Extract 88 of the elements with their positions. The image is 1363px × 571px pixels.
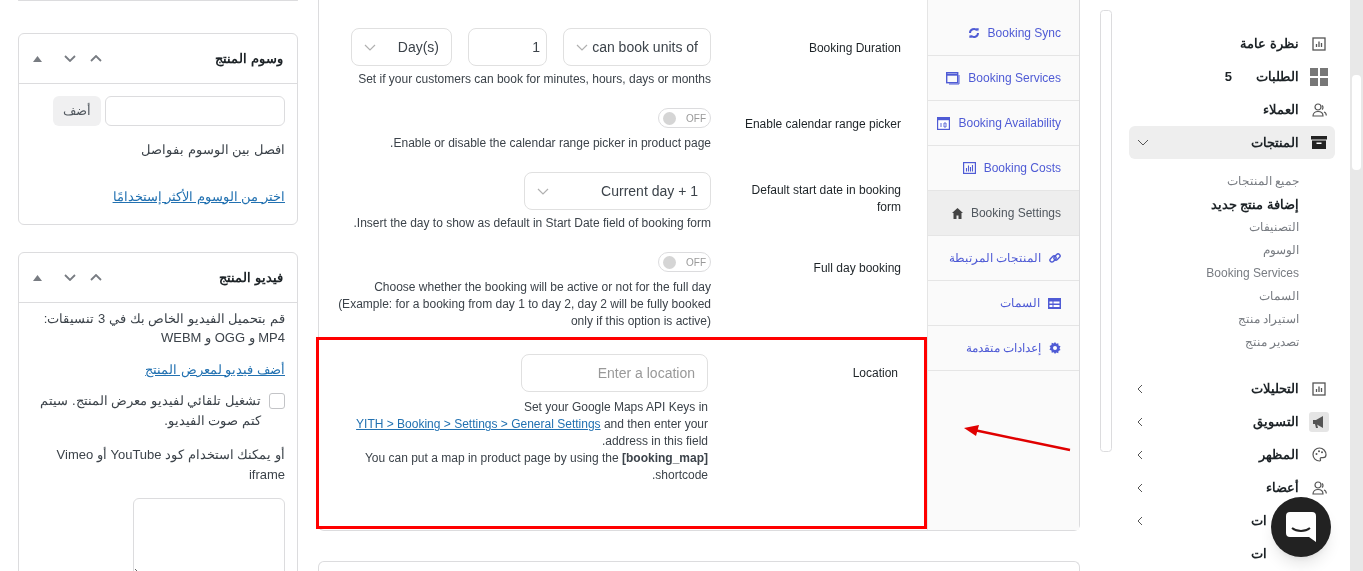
chevron-down-icon (576, 43, 588, 51)
triangle-up-icon[interactable] (33, 55, 42, 62)
help-text: Choose whether the booking will be active or not for the full day (Example: for a booking from day 1 to day 2, day 2 will be fully booked only if this option is active) (337, 279, 711, 330)
chart-icon (1312, 36, 1326, 51)
palette-icon (1311, 447, 1327, 462)
number-field[interactable]: 1 (468, 28, 547, 66)
chevron-up-icon[interactable] (90, 55, 102, 62)
chevron-down-icon[interactable] (64, 55, 76, 62)
submenu-item[interactable]: التصنيفات (1249, 216, 1299, 239)
triangle-up-icon[interactable] (33, 274, 42, 281)
select-field[interactable]: Current day + 1 (524, 172, 711, 210)
help-text: Enable or disable the calendar range picker in product page. (390, 135, 711, 152)
select-field[interactable]: Day(s) (351, 28, 452, 66)
tab[interactable]: المنتجات المرتبطة (928, 236, 1079, 281)
toggle-switch[interactable]: OFF (658, 252, 711, 272)
menu-item[interactable]: العملاء (1263, 99, 1309, 120)
help-text: You can put a map in product page by using the [booking_map] shortcode. (363, 450, 708, 484)
tag-input-field[interactable] (105, 96, 285, 126)
field-label: Full day booking (812, 260, 901, 277)
toggle-switch[interactable]: OFF (658, 108, 711, 128)
chevron-up-icon[interactable] (90, 274, 102, 281)
field-label: Location (851, 365, 898, 382)
add-button[interactable]: أضف (53, 96, 101, 126)
card-title: وسوم المنتج (215, 49, 283, 69)
chevron-down-icon (364, 43, 376, 51)
tab[interactable]: السمات (928, 281, 1079, 326)
field-label: Booking Duration (807, 40, 901, 57)
chart-icon (1312, 381, 1326, 396)
link-icon (1049, 252, 1061, 264)
chat-icon (1286, 512, 1316, 542)
video-link[interactable]: أضف فيديو لمعرض المنتج (145, 360, 285, 379)
hint-text: افصل بين الوسوم بفواصل (140, 141, 285, 160)
tab[interactable]: Booking Services (928, 56, 1079, 101)
submenu-item[interactable]: تصدير منتج (1244, 331, 1299, 354)
grid-icon (1310, 67, 1328, 86)
count-label: 5 (1224, 67, 1232, 86)
submenu-item[interactable]: الوسوم (1263, 239, 1299, 262)
field-label: Default start date in booking form (750, 182, 901, 216)
chevron-left-icon[interactable] (1137, 482, 1143, 493)
box-icon (1311, 136, 1327, 149)
menu-item[interactable]: التحليلات (1251, 378, 1309, 399)
description-text: أو يمكنك استخدام كود YouTube أو Vimeo iframe (55, 446, 285, 484)
submenu-item[interactable]: السمات (1259, 285, 1299, 308)
help-text: Set if your customers can book for minutes, hours, days or months (358, 71, 711, 88)
menu-item[interactable]: ات (1251, 543, 1267, 564)
submenu-item[interactable]: Booking Services (1206, 262, 1299, 285)
help-text: Insert the day to show as default in Start Date field of booking form. (353, 215, 711, 232)
submenu-item[interactable]: إضافة منتج جديد (1210, 193, 1299, 216)
users-icon (1311, 480, 1327, 495)
menu-item[interactable]: نظرة عامة (1240, 33, 1309, 54)
window-icon (946, 71, 961, 85)
chevron-left-icon[interactable] (1137, 449, 1143, 460)
sync-icon (967, 27, 980, 39)
tab[interactable]: Booking Availability (928, 101, 1079, 146)
checkbox[interactable] (269, 393, 285, 409)
select-field[interactable]: can book units of (563, 28, 711, 66)
house-icon (951, 207, 963, 219)
submenu-item[interactable]: استيراد منتج (1237, 308, 1299, 331)
users-icon (1311, 102, 1327, 117)
menu-item[interactable]: المظهر (1259, 444, 1309, 465)
location-field[interactable]: Enter a location (521, 354, 708, 392)
menu-item[interactable]: المنتجات (1251, 132, 1309, 153)
chevron-down-icon[interactable] (64, 274, 76, 281)
chevron-left-icon[interactable] (1137, 416, 1143, 427)
chevron-down-icon (537, 187, 549, 195)
menu-item[interactable]: التسويق (1253, 411, 1309, 432)
settings-link[interactable]: YITH > Booking > Settings > General Settings (356, 417, 601, 431)
tab[interactable]: إعدادات متقدمة (928, 326, 1079, 371)
submenu-item[interactable]: جميع المنتجات (1226, 170, 1299, 193)
card-title: فيديو المنتج (219, 268, 283, 288)
scrollbar[interactable] (1100, 10, 1112, 452)
checkbox-label: تشغيل تلقائي لفيديو معرض المنتج. سيتم كتم صوت الفيديو. (39, 392, 261, 431)
menu-item[interactable]: ات (1251, 510, 1267, 531)
tab[interactable]: Booking Settings (928, 191, 1079, 236)
chevron-left-icon[interactable] (1137, 383, 1143, 394)
table-icon (1048, 297, 1061, 309)
tags-link[interactable]: اختر من الوسوم الأكثر إستخدامًا (112, 186, 285, 206)
chevron-left-icon[interactable] (1137, 515, 1143, 526)
calendar-icon (937, 116, 951, 130)
menu-item[interactable]: أعضاء (1266, 477, 1309, 498)
gear-icon (1049, 342, 1061, 354)
megaphone-icon (1309, 411, 1329, 432)
chevron-down-icon[interactable] (1137, 139, 1149, 146)
description-text: قم بتحميل الفيديو الخاص بك في 3 تنسيقات: MP4 و OGG و WEBM (42, 310, 285, 347)
tab[interactable]: Booking Sync (928, 11, 1079, 56)
bar-chart-icon (962, 162, 976, 174)
help-text: Set your Google Maps API Keys in YITH > Booking > Settings > General Settings and then enter your address in this field. (355, 399, 708, 450)
field-label: Enable calendar range picker (743, 116, 901, 133)
